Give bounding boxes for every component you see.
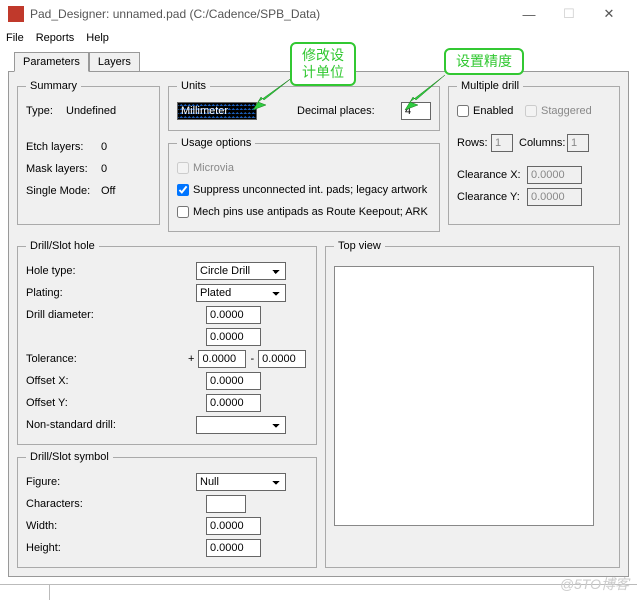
nonstd-select[interactable] bbox=[196, 416, 286, 434]
tab-layers[interactable]: Layers bbox=[89, 52, 140, 71]
cols-input bbox=[567, 134, 589, 152]
cleary-label: Clearance Y: bbox=[457, 191, 527, 203]
annotation-precision: 设置精度 bbox=[444, 48, 524, 75]
holetype-label: Hole type: bbox=[26, 265, 126, 277]
type-label: Type: bbox=[26, 105, 66, 117]
width-label: Width: bbox=[26, 520, 126, 532]
microvia-checkbox bbox=[177, 162, 189, 174]
tol1-input[interactable] bbox=[198, 350, 246, 368]
offy-label: Offset Y: bbox=[26, 397, 126, 409]
tol2-input[interactable] bbox=[258, 350, 306, 368]
app-icon bbox=[8, 6, 24, 22]
suppress-checkbox[interactable] bbox=[177, 184, 189, 196]
rows-label: Rows: bbox=[457, 137, 491, 149]
height-label: Height: bbox=[26, 542, 126, 554]
mask-label: Mask layers: bbox=[26, 163, 101, 175]
staggered-label: Staggered bbox=[541, 105, 611, 117]
mech-checkbox[interactable] bbox=[177, 206, 189, 218]
type-value: Undefined bbox=[66, 105, 116, 117]
usage-legend: Usage options bbox=[177, 137, 255, 149]
etch-value: 0 bbox=[101, 141, 121, 153]
offx-label: Offset X: bbox=[26, 375, 126, 387]
tol-plus: + bbox=[188, 353, 194, 365]
close-button[interactable]: ✕ bbox=[589, 0, 629, 28]
decimal-label: Decimal places: bbox=[297, 105, 397, 117]
minimize-button[interactable]: — bbox=[509, 0, 549, 28]
clearx-input bbox=[527, 166, 582, 184]
holetype-select[interactable]: Circle Drill bbox=[196, 262, 286, 280]
diam-input[interactable] bbox=[206, 306, 261, 324]
figure-select[interactable]: Null bbox=[196, 473, 286, 491]
plating-label: Plating: bbox=[26, 287, 126, 299]
etch-label: Etch layers: bbox=[26, 141, 101, 153]
single-mode-label: Single Mode: bbox=[26, 185, 101, 197]
window-title: Pad_Designer: unnamed.pad (C:/Cadence/SP… bbox=[30, 7, 509, 21]
cols-label: Columns: bbox=[519, 137, 567, 149]
mdrill-legend: Multiple drill bbox=[457, 80, 523, 92]
figure-label: Figure: bbox=[26, 476, 126, 488]
watermark: @5TO博客 bbox=[560, 574, 629, 594]
diam-label: Drill diameter: bbox=[26, 309, 126, 321]
tab-parameters[interactable]: Parameters bbox=[14, 52, 89, 72]
top-view-canvas bbox=[334, 266, 594, 526]
summary-legend: Summary bbox=[26, 80, 81, 92]
annotation-units: 修改设 计单位 bbox=[290, 42, 356, 86]
units-select[interactable]: Millimeter bbox=[177, 102, 257, 120]
chars-input[interactable] bbox=[206, 495, 246, 513]
mech-label: Mech pins use antipads as Route Keepout;… bbox=[193, 206, 293, 218]
tol-minus: - bbox=[250, 353, 254, 365]
offx-input[interactable] bbox=[206, 372, 261, 390]
staggered-checkbox bbox=[525, 105, 537, 117]
drillhole-legend: Drill/Slot hole bbox=[26, 240, 99, 252]
menu-help[interactable]: Help bbox=[86, 32, 109, 44]
usage-options-group: Usage options Microvia Suppress unconnec… bbox=[168, 137, 440, 232]
microvia-label: Microvia bbox=[193, 162, 293, 174]
mask-value: 0 bbox=[101, 163, 121, 175]
enabled-label: Enabled bbox=[473, 105, 525, 117]
height-input[interactable] bbox=[206, 539, 261, 557]
offy-input[interactable] bbox=[206, 394, 261, 412]
menu-file[interactable]: File bbox=[6, 32, 24, 44]
tol-label: Tolerance: bbox=[26, 353, 126, 365]
diam2-input[interactable] bbox=[206, 328, 261, 346]
status-bar bbox=[0, 584, 637, 600]
topview-legend: Top view bbox=[334, 240, 385, 252]
drillsym-legend: Drill/Slot symbol bbox=[26, 451, 113, 463]
width-input[interactable] bbox=[206, 517, 261, 535]
cleary-input bbox=[527, 188, 582, 206]
multiple-drill-group: Multiple drill Enabled Staggered Rows: C… bbox=[448, 80, 620, 225]
plating-select[interactable]: Plated bbox=[196, 284, 286, 302]
rows-input bbox=[491, 134, 513, 152]
menu-reports[interactable]: Reports bbox=[36, 32, 75, 44]
drill-symbol-group: Drill/Slot symbol Figure: Null Characters… bbox=[17, 451, 317, 568]
single-mode-value: Off bbox=[101, 185, 121, 197]
chars-label: Characters: bbox=[26, 498, 126, 510]
summary-group: Summary Type: Undefined Etch layers:0 Ma… bbox=[17, 80, 160, 225]
top-view-group: Top view bbox=[325, 240, 620, 568]
maximize-button[interactable]: ☐ bbox=[549, 0, 589, 28]
units-legend: Units bbox=[177, 80, 210, 92]
suppress-label: Suppress unconnected int. pads; legacy a… bbox=[193, 184, 293, 196]
title-bar: Pad_Designer: unnamed.pad (C:/Cadence/SP… bbox=[0, 0, 637, 28]
drill-hole-group: Drill/Slot hole Hole type: Circle Drill P… bbox=[17, 240, 317, 445]
nonstd-label: Non-standard drill: bbox=[26, 419, 126, 431]
clearx-label: Clearance X: bbox=[457, 169, 527, 181]
tab-panel-parameters: Summary Type: Undefined Etch layers:0 Ma… bbox=[8, 71, 629, 577]
enabled-checkbox[interactable] bbox=[457, 105, 469, 117]
arrow-icon bbox=[400, 70, 450, 112]
